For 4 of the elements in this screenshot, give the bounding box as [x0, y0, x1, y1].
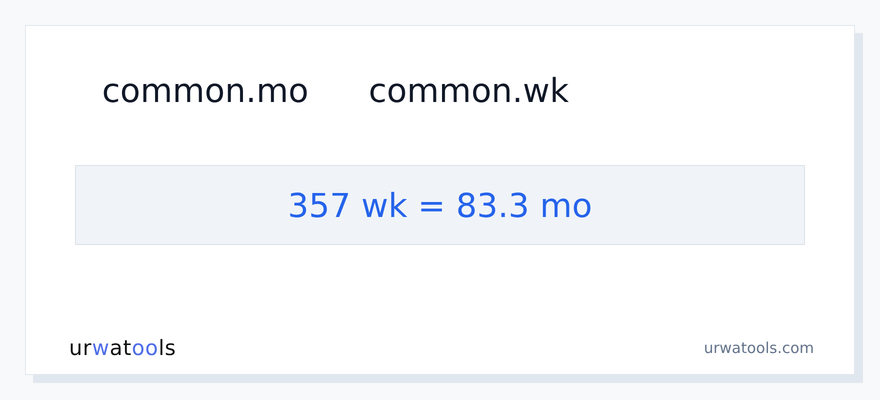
logo: urwatools: [69, 336, 176, 360]
unit-label: common.wk: [368, 70, 569, 112]
unit-label: common.mo: [102, 70, 309, 112]
result-text: 357 wk = 83.3 mo: [75, 165, 805, 245]
